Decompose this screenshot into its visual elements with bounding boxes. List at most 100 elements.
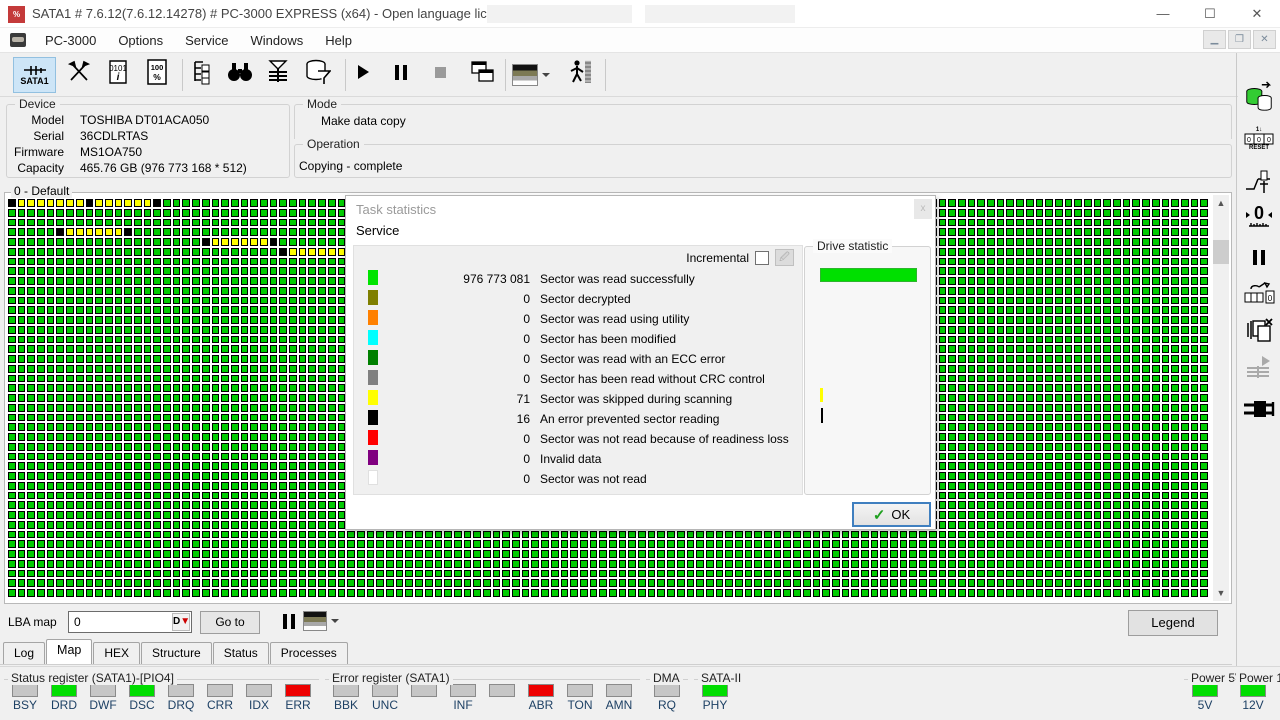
sector-block[interactable] bbox=[192, 335, 200, 344]
sector-block[interactable] bbox=[1035, 559, 1044, 568]
sector-block[interactable] bbox=[230, 296, 239, 305]
sector-block[interactable] bbox=[754, 550, 763, 558]
sector-block[interactable] bbox=[996, 306, 1005, 315]
sector-block[interactable] bbox=[1200, 296, 1208, 305]
sector-block[interactable] bbox=[8, 394, 16, 402]
sector-block[interactable] bbox=[1093, 218, 1102, 227]
sector-block[interactable] bbox=[124, 403, 133, 412]
sector-block[interactable] bbox=[163, 540, 171, 549]
sector-block[interactable] bbox=[977, 403, 986, 412]
sector-block[interactable] bbox=[453, 550, 462, 558]
sector-block[interactable] bbox=[56, 569, 65, 578]
sector-block[interactable] bbox=[250, 442, 259, 451]
sector-block[interactable] bbox=[8, 316, 16, 324]
sector-block[interactable] bbox=[85, 569, 94, 578]
sector-block[interactable] bbox=[327, 199, 336, 207]
sector-block[interactable] bbox=[1142, 208, 1150, 217]
sector-block[interactable] bbox=[1142, 501, 1150, 510]
sector-block[interactable] bbox=[17, 374, 26, 383]
sector-block[interactable] bbox=[114, 374, 123, 383]
sector-block[interactable] bbox=[143, 257, 152, 266]
sector-block[interactable] bbox=[1103, 218, 1112, 227]
sector-block[interactable] bbox=[269, 433, 278, 441]
sector-block[interactable] bbox=[1113, 306, 1121, 315]
sector-block[interactable] bbox=[114, 472, 123, 480]
sector-block[interactable] bbox=[134, 501, 142, 510]
sector-block[interactable] bbox=[260, 520, 268, 529]
sector-block[interactable] bbox=[8, 296, 16, 305]
sector-block[interactable] bbox=[95, 277, 103, 285]
sector-block[interactable] bbox=[1093, 335, 1102, 344]
sector-block[interactable] bbox=[230, 355, 239, 363]
sector-block[interactable] bbox=[221, 511, 229, 519]
sector-block[interactable] bbox=[104, 511, 113, 519]
sector-block[interactable] bbox=[163, 442, 171, 451]
sector-block[interactable] bbox=[996, 433, 1005, 441]
sector-block[interactable] bbox=[27, 423, 36, 432]
sector-block[interactable] bbox=[1064, 228, 1073, 237]
sector-block[interactable] bbox=[366, 530, 375, 539]
sector-block[interactable] bbox=[1093, 403, 1102, 412]
sector-block[interactable] bbox=[104, 413, 113, 422]
sector-block[interactable] bbox=[279, 472, 288, 480]
sector-block[interactable] bbox=[1161, 267, 1170, 276]
sector-block[interactable] bbox=[996, 462, 1005, 471]
sector-block[interactable] bbox=[783, 550, 792, 558]
sector-block[interactable] bbox=[75, 472, 84, 480]
sector-block[interactable] bbox=[1045, 335, 1053, 344]
sector-block[interactable] bbox=[46, 569, 55, 578]
sector-block[interactable] bbox=[192, 423, 200, 432]
sector-block[interactable] bbox=[318, 579, 326, 588]
sector-block[interactable] bbox=[938, 491, 947, 500]
sector-block[interactable] bbox=[104, 452, 113, 461]
sector-block[interactable] bbox=[1074, 199, 1082, 207]
sector-block[interactable] bbox=[298, 208, 307, 217]
sector-block[interactable] bbox=[1103, 501, 1112, 510]
sector-block[interactable] bbox=[1035, 472, 1044, 480]
sector-block[interactable] bbox=[657, 579, 666, 588]
sector-block[interactable] bbox=[211, 296, 220, 305]
sector-block[interactable] bbox=[1200, 520, 1208, 529]
sector-block[interactable] bbox=[725, 569, 734, 578]
sector-block[interactable] bbox=[1006, 442, 1015, 451]
sector-block[interactable] bbox=[37, 335, 45, 344]
sector-block[interactable] bbox=[8, 579, 16, 588]
sector-block[interactable] bbox=[1142, 442, 1150, 451]
sector-block[interactable] bbox=[1074, 530, 1082, 539]
sector-block[interactable] bbox=[1113, 394, 1121, 402]
sector-block[interactable] bbox=[1180, 394, 1189, 402]
sector-block[interactable] bbox=[260, 238, 268, 246]
sector-block[interactable] bbox=[269, 296, 278, 305]
sector-block[interactable] bbox=[37, 520, 45, 529]
sector-block[interactable] bbox=[1064, 355, 1073, 363]
sector-block[interactable] bbox=[318, 374, 326, 383]
sector-block[interactable] bbox=[1006, 286, 1015, 295]
sector-block[interactable] bbox=[172, 355, 181, 363]
sector-block[interactable] bbox=[260, 442, 268, 451]
sector-block[interactable] bbox=[366, 550, 375, 558]
sector-block[interactable] bbox=[269, 247, 278, 256]
sector-block[interactable] bbox=[1190, 296, 1199, 305]
sector-block[interactable] bbox=[851, 530, 860, 539]
sector-block[interactable] bbox=[434, 579, 443, 588]
sector-block[interactable] bbox=[250, 199, 259, 207]
sector-block[interactable] bbox=[996, 540, 1005, 549]
sector-block[interactable] bbox=[85, 442, 94, 451]
sector-block[interactable] bbox=[967, 306, 976, 315]
sector-block[interactable] bbox=[1103, 247, 1112, 256]
sector-block[interactable] bbox=[308, 442, 317, 451]
sector-block[interactable] bbox=[1200, 247, 1208, 256]
sector-block[interactable] bbox=[27, 257, 36, 266]
sector-block[interactable] bbox=[1132, 247, 1141, 256]
sector-block[interactable] bbox=[104, 257, 113, 266]
sector-block[interactable] bbox=[153, 569, 162, 578]
sector-block[interactable] bbox=[1054, 306, 1063, 315]
sector-block[interactable] bbox=[134, 306, 142, 315]
sector-block[interactable] bbox=[308, 569, 317, 578]
sector-block[interactable] bbox=[75, 462, 84, 471]
sector-block[interactable] bbox=[327, 579, 336, 588]
sector-block[interactable] bbox=[1025, 228, 1034, 237]
sector-block[interactable] bbox=[1093, 199, 1102, 207]
sector-block[interactable] bbox=[153, 286, 162, 295]
sector-block[interactable] bbox=[134, 247, 142, 256]
